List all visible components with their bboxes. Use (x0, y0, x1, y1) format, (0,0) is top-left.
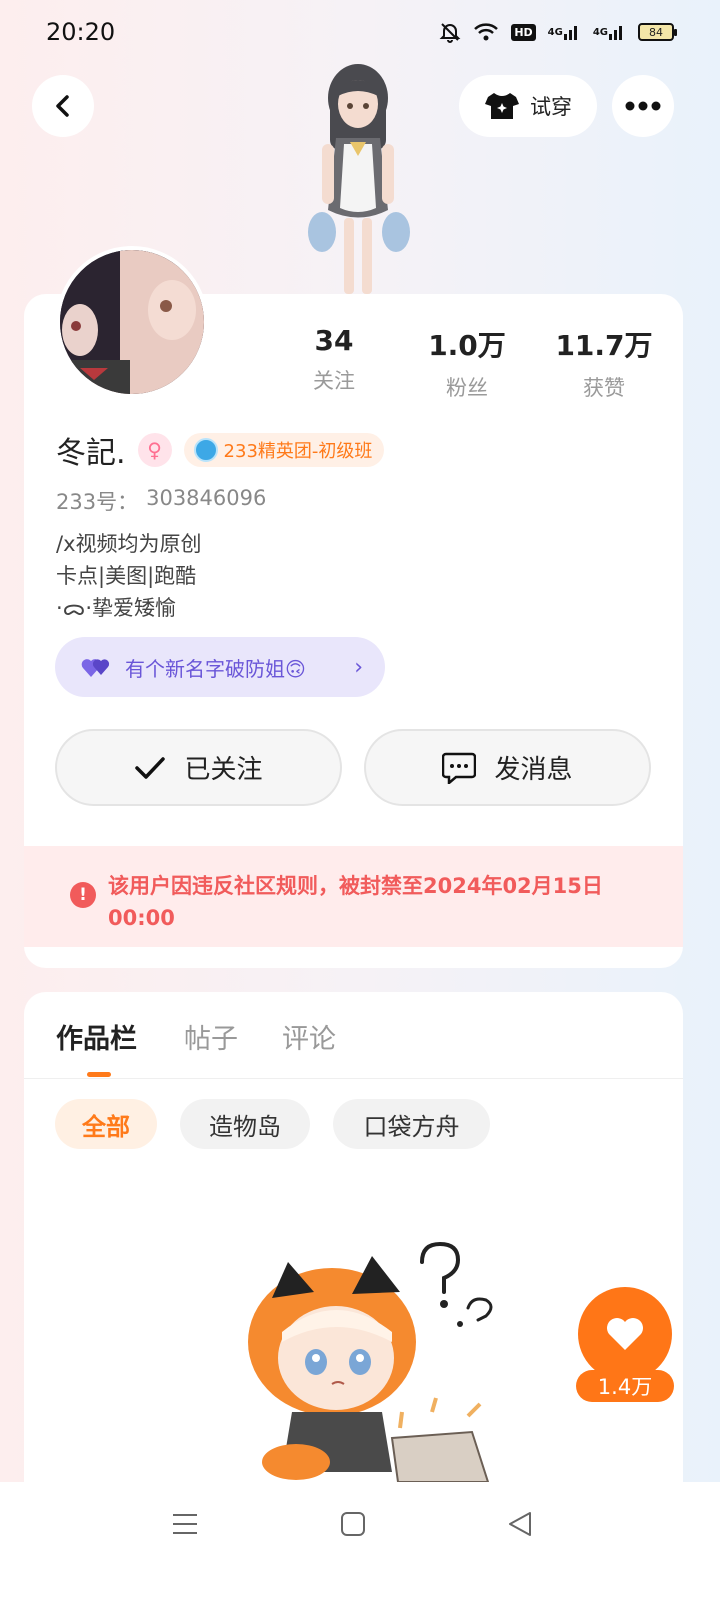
female-symbol-icon: ♀ (137, 433, 172, 467)
chevron-right-icon: › (354, 654, 363, 680)
stat-label: 获赞 (583, 376, 625, 400)
uid-label: 233号： (56, 490, 139, 514)
signal-label: 4G (547, 26, 563, 38)
signal-icon: 4G (593, 23, 626, 41)
menu-icon[interactable] (171, 1510, 199, 1538)
like-button[interactable] (578, 1287, 672, 1381)
tab-works[interactable]: 作品栏 (56, 1017, 137, 1056)
rank-badge-label: 233精英团-初级班 (223, 441, 373, 462)
back-button[interactable] (32, 75, 94, 137)
try-on-label: 试穿 (530, 95, 572, 119)
chat-bubble-icon (442, 752, 477, 784)
check-icon (135, 756, 166, 779)
stat-label: 关注 (313, 369, 355, 393)
signal-icon: 4G (548, 23, 581, 41)
tab-posts[interactable]: 帖子 (184, 1017, 238, 1056)
group-name: 有个新名字破防姐🙃 (125, 656, 306, 681)
ban-notice: ! 该用户因违反社区规则，被封禁至2024年02月15日 00:00 (24, 846, 683, 947)
bio-line: /x视频均为原创 (56, 532, 202, 556)
tab-divider (24, 1078, 683, 1079)
heart-icon (607, 1318, 643, 1350)
message-button[interactable]: 发消息 (364, 729, 651, 806)
chevron-left-icon (56, 95, 69, 117)
stat-value: 11.7万 (555, 329, 653, 362)
back-triangle-icon[interactable] (506, 1510, 534, 1538)
alert-icon: ! (70, 882, 96, 908)
like-count: 1.4万 (576, 1370, 674, 1402)
ban-notice-text: 该用户因违反社区规则，被封禁至2024年02月15日 00:00 (108, 874, 603, 930)
hd-icon: HD (511, 23, 536, 41)
username: 冬記. (56, 436, 126, 471)
more-dots-icon (625, 101, 661, 111)
name-row: 冬記. ♀ 233精英团-初级班 (56, 428, 385, 472)
bio: /x视频均为原创 卡点|美图|跑酷 ·ᯅ·挚爱矮愉 (56, 528, 202, 624)
avatar-image (60, 250, 204, 394)
bio-line: ·ᯅ·挚爱矮愉 (56, 596, 177, 620)
tab-comments[interactable]: 评论 (282, 1017, 336, 1056)
mute-bell-icon (439, 21, 461, 43)
hearts-icon (81, 659, 110, 677)
filter-pocket-ark[interactable]: 口袋方舟 (333, 1099, 490, 1149)
uid-value: 303846096 (146, 486, 267, 510)
stat-label: 粉丝 (446, 376, 488, 400)
more-button[interactable] (612, 75, 674, 137)
tab-indicator (87, 1072, 111, 1077)
stat-likes[interactable]: 11.7万 获赞 (534, 324, 674, 402)
bio-line: 卡点|美图|跑酷 (56, 564, 197, 588)
filter-all[interactable]: 全部 (55, 1099, 157, 1149)
rank-badge[interactable]: 233精英团-初级班 (183, 433, 385, 467)
status-icons: HD 4G 4G 84 (439, 21, 677, 43)
try-on-button[interactable]: 试穿 (459, 75, 597, 137)
avatar[interactable] (56, 246, 208, 398)
message-label: 发消息 (494, 755, 573, 785)
stat-followers[interactable]: 1.0万 粉丝 (397, 324, 537, 402)
system-nav-bar (0, 1482, 720, 1600)
filter-creation-island[interactable]: 造物岛 (180, 1099, 310, 1149)
followed-label: 已关注 (184, 755, 263, 785)
stat-value: 1.0万 (428, 329, 506, 362)
status-time: 20:20 (46, 18, 116, 46)
stat-value: 34 (314, 324, 354, 357)
home-square-icon[interactable] (339, 1510, 367, 1538)
stat-following[interactable]: 34 关注 (264, 324, 404, 395)
user-id: 233号： 303846096 (56, 486, 266, 516)
empty-state-mascot (248, 1241, 493, 1482)
battery-icon: 84 (638, 23, 677, 41)
tshirt-sparkle-icon (485, 93, 519, 119)
wifi-icon (473, 22, 499, 42)
group-link[interactable]: 有个新名字破防姐🙃 › (55, 637, 385, 697)
rank-medal-icon (193, 438, 218, 462)
status-bar: 20:20 HD 4G 4G 84 (0, 0, 720, 64)
avatar-3d-character[interactable] (278, 60, 438, 300)
followed-button[interactable]: 已关注 (55, 729, 342, 806)
signal-label: 4G (592, 26, 608, 38)
